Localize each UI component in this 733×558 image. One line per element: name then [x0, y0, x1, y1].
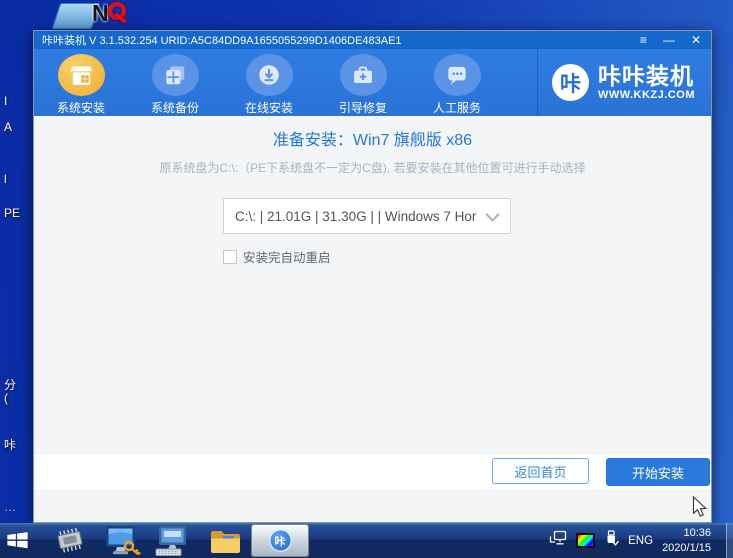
back-home-button[interactable]: 返回首页	[492, 458, 589, 484]
desktop-password-tool-icon[interactable]: N	[92, 0, 136, 30]
taskbar: 咔 ENG 10:36 2020/1/15	[0, 523, 733, 558]
auto-restart-label: 安装完自动重启	[243, 251, 331, 265]
clock[interactable]: 10:36 2020/1/15	[662, 526, 711, 555]
kaka-logo-icon: 咔	[268, 529, 292, 552]
n-letter: N	[92, 0, 109, 26]
brand-name: 咔咔装机	[597, 63, 694, 90]
kaka-installer-taskbar-button[interactable]: 咔	[251, 524, 309, 557]
brand-logo: 咔 咔咔装机 WWW.KKZJ.COM	[536, 49, 711, 116]
desktop-label-fragment: A	[4, 120, 13, 134]
nav-human-service[interactable]: 人工服务	[410, 49, 504, 116]
window-footer: 返回首页 开始安装	[34, 453, 711, 489]
desktop-label-fragment: l	[4, 172, 7, 186]
system-tray: ENG 10:36 2020/1/15	[549, 523, 711, 558]
desktop: N I A l PE 分 ( 咔 … 咔咔装机 V 3.1.532.254 UR…	[0, 0, 733, 558]
network-tray-icon[interactable]	[549, 530, 567, 551]
prepare-install-heading: 准备安装：Win7 旗舰版 x86	[272, 132, 473, 149]
install-prepare-panel: 准备安装：Win7 旗舰版 x86 原系统盘为C:\:（PE下系统盘不一定为C盘…	[34, 116, 711, 489]
auto-restart-checkbox[interactable]	[223, 249, 237, 264]
pe-remote-tool-icon[interactable]	[154, 525, 191, 558]
nav-system-backup[interactable]: 系统备份	[128, 49, 222, 116]
menu-icon[interactable]: ≡	[640, 31, 647, 49]
show-desktop-button[interactable]	[726, 523, 733, 558]
kaka-logo-badge-icon: 咔	[551, 64, 589, 101]
clock-date: 2020/1/15	[662, 541, 711, 554]
start-install-button[interactable]: 开始安装	[606, 458, 710, 486]
kaka-installer-window: 咔咔装机 V 3.1.532.254 URID:A5C84DD9A1655055…	[33, 30, 712, 523]
repair-toolbox-icon	[339, 54, 387, 96]
nav-label: 系统安装	[56, 101, 105, 115]
pe-lock-tool-icon[interactable]	[104, 525, 141, 558]
nav-label: 引导修复	[338, 101, 387, 115]
auto-restart-row: 安装完自动重启	[223, 247, 711, 266]
start-button[interactable]	[4, 527, 31, 558]
nav-label: 系统备份	[150, 101, 199, 115]
target-drive-select[interactable]: C:\: | 21.01G | 31.30G | | Windows 7 Hor	[223, 198, 511, 234]
desktop-label-fragment: I	[4, 94, 8, 108]
mouse-cursor	[692, 495, 709, 524]
brand-url: WWW.KKZJ.COM	[597, 88, 695, 101]
display-settings-tray-icon[interactable]	[576, 533, 596, 548]
nav-band: 系统安装 系统备份 在线安装 引导修复 人工服务 咔 咔咔装机 WWW.KKZJ…	[34, 49, 711, 116]
clock-time: 10:36	[683, 527, 711, 540]
usb-device-tray-icon[interactable]	[604, 530, 620, 551]
file-explorer-icon[interactable]	[209, 527, 242, 558]
language-indicator[interactable]: ENG	[628, 535, 653, 547]
nav-boot-repair[interactable]: 引导修复	[316, 49, 410, 116]
drive-select-value: C:\: | 21.01G | 31.30G | | Windows 7 Hor	[235, 208, 477, 224]
backup-copies-icon	[151, 54, 199, 96]
desktop-label-fragment: PE	[4, 206, 21, 220]
desktop-label-fragment: (	[4, 391, 8, 405]
nav-system-install[interactable]: 系统安装	[34, 49, 128, 116]
minimize-icon[interactable]: —	[663, 31, 675, 49]
close-icon[interactable]: ✕	[691, 31, 701, 49]
desktop-label-fragment: 咔	[4, 438, 17, 452]
download-circle-icon	[245, 54, 293, 96]
chat-service-icon	[433, 54, 481, 96]
cpu-chip-icon[interactable]	[52, 525, 88, 558]
nav-label: 人工服务	[432, 101, 481, 115]
nav-label: 在线安装	[244, 101, 293, 115]
window-titlebar: 咔咔装机 V 3.1.532.254 URID:A5C84DD9A1655055…	[34, 31, 711, 49]
system-disk-note: 原系统盘为C:\:（PE下系统盘不一定为C盘), 若要安装在其他位置可进行手动选…	[159, 161, 586, 175]
install-box-icon	[57, 54, 105, 96]
desktop-label-fragment: …	[4, 500, 16, 514]
nav-online-install[interactable]: 在线安装	[222, 49, 316, 116]
window-title: 咔咔装机 V 3.1.532.254 URID:A5C84DD9A1655055…	[42, 35, 402, 47]
